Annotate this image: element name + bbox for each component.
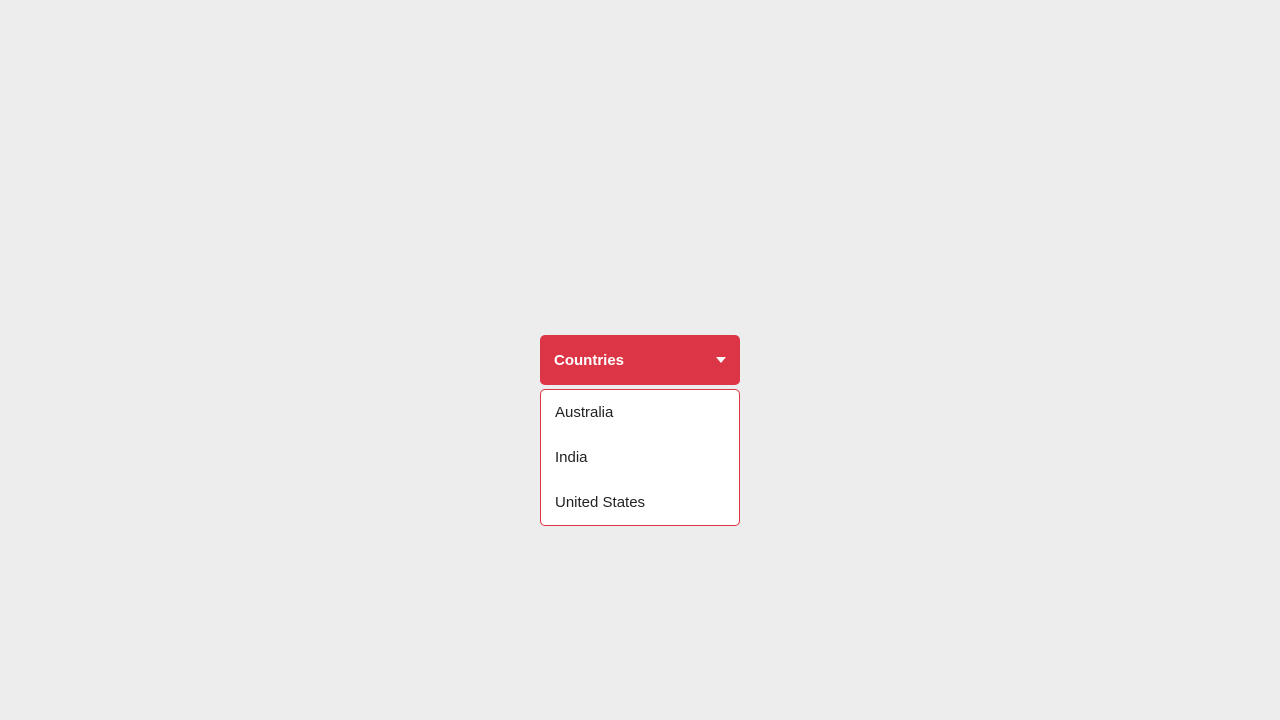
dropdown-menu: Australia India United States (540, 389, 740, 526)
dropdown-item-india[interactable]: India (541, 435, 739, 480)
dropdown-item-australia[interactable]: Australia (541, 390, 739, 435)
caret-down-icon (716, 357, 726, 363)
dropdown-countries: Countries Australia India United States (540, 335, 740, 526)
dropdown-toggle-button[interactable]: Countries (540, 335, 740, 385)
dropdown-item-united-states[interactable]: United States (541, 480, 739, 525)
dropdown-label: Countries (554, 352, 624, 369)
